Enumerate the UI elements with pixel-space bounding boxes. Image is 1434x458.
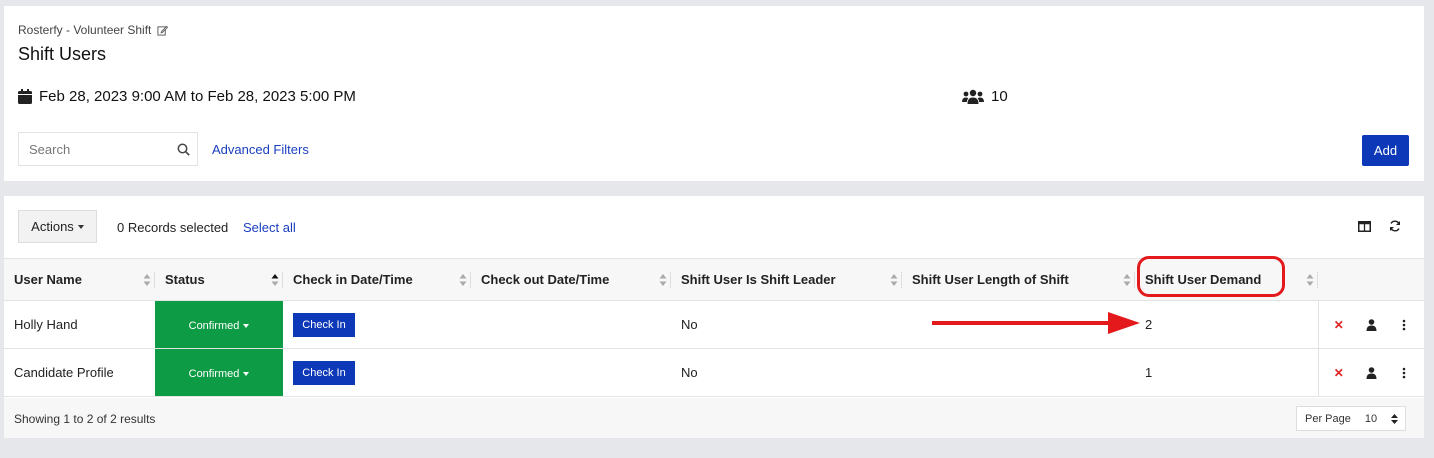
check-in-button[interactable]: Check In: [293, 360, 355, 385]
search-box: [18, 132, 198, 166]
sort-icon[interactable]: [659, 273, 667, 287]
results-summary: Showing 1 to 2 of 2 results: [14, 412, 156, 426]
chevron-down-icon: [243, 324, 250, 328]
cell-shift-leader: No: [671, 300, 902, 349]
column-label: Check out Date/Time: [481, 272, 610, 287]
calendar-icon: [18, 89, 32, 104]
records-selected-count: 0 Records selected: [117, 220, 229, 235]
status-dropdown[interactable]: Confirmed: [189, 320, 250, 332]
column-header-length-of-shift[interactable]: Shift User Length of Shift: [902, 258, 1135, 301]
sort-icon[interactable]: [1306, 273, 1314, 287]
cell-check-in: Check In: [283, 348, 471, 397]
sort-icon[interactable]: [1123, 273, 1131, 287]
more-vertical-icon[interactable]: [1397, 366, 1411, 380]
breadcrumb: Rosterfy - Volunteer Shift: [18, 23, 169, 37]
cell-check-out: [471, 300, 671, 349]
sort-icon[interactable]: [890, 273, 898, 287]
sort-ascending-icon[interactable]: [271, 273, 279, 287]
select-all-link[interactable]: Select all: [243, 220, 296, 235]
users-icon: [962, 89, 984, 104]
column-label: Shift User Is Shift Leader: [681, 272, 836, 287]
per-page-select[interactable]: Per Page 10: [1296, 406, 1406, 431]
row-actions: ✕: [1319, 318, 1425, 332]
shift-users-table: User Name Status Check in Date/Time Chec…: [4, 258, 1424, 397]
chevron-down-icon: [77, 224, 84, 229]
cell-shift-user-demand: 2: [1135, 300, 1318, 349]
status-label: Confirmed: [188, 320, 240, 332]
shift-date-range: Feb 28, 2023 9:00 AM to Feb 28, 2023 5:0…: [18, 88, 356, 105]
chevron-updown-icon: [1391, 413, 1399, 424]
cell-check-out: [471, 348, 671, 397]
user-icon[interactable]: [1364, 366, 1378, 380]
table-header-row: User Name Status Check in Date/Time Chec…: [4, 258, 1424, 301]
cell-status: Confirmed: [155, 348, 283, 397]
edit-icon[interactable]: [157, 25, 169, 36]
column-label: Shift User Demand: [1145, 272, 1262, 287]
table-footer: Showing 1 to 2 of 2 results Per Page 10: [4, 398, 1424, 438]
row-actions: ✕: [1319, 366, 1425, 380]
volunteer-count: 10: [962, 88, 1008, 105]
cell-length-of-shift: [902, 348, 1135, 397]
column-header-user-name[interactable]: User Name: [4, 258, 155, 301]
column-header-shift-leader[interactable]: Shift User Is Shift Leader: [671, 258, 902, 301]
column-label: Status: [165, 272, 205, 287]
check-in-button[interactable]: Check In: [293, 312, 355, 337]
delete-icon[interactable]: ✕: [1332, 318, 1346, 332]
column-label: User Name: [14, 272, 82, 287]
actions-dropdown-button[interactable]: Actions: [18, 210, 97, 243]
column-header-shift-user-demand[interactable]: Shift User Demand: [1135, 258, 1318, 301]
sort-icon[interactable]: [459, 273, 467, 287]
cell-row-actions: ✕: [1317, 348, 1425, 397]
cell-status: Confirmed: [155, 300, 283, 349]
column-label: Shift User Length of Shift: [912, 272, 1069, 287]
cell-row-actions: ✕: [1317, 300, 1425, 349]
shift-users-table-card: Actions 0 Records selected Select all Us…: [4, 196, 1424, 438]
delete-icon[interactable]: ✕: [1332, 366, 1346, 380]
advanced-filters-link[interactable]: Advanced Filters: [212, 142, 309, 157]
cell-shift-leader: No: [671, 348, 902, 397]
cell-shift-user-demand: 1: [1135, 348, 1318, 397]
cell-check-in: Check In: [283, 300, 471, 349]
columns-icon[interactable]: [1358, 221, 1371, 232]
more-vertical-icon[interactable]: [1397, 318, 1411, 332]
column-header-check-out[interactable]: Check out Date/Time: [471, 258, 671, 301]
cell-user-name[interactable]: Holly Hand: [4, 300, 155, 349]
refresh-icon[interactable]: [1389, 220, 1401, 232]
column-label: Check in Date/Time: [293, 272, 413, 287]
user-icon[interactable]: [1364, 318, 1378, 332]
status-dropdown[interactable]: Confirmed: [189, 368, 250, 380]
cell-length-of-shift: [902, 300, 1135, 349]
per-page-label: Per Page: [1305, 412, 1351, 425]
table-row: Candidate Profile Confirmed Check In No …: [4, 348, 1425, 397]
search-input[interactable]: [19, 133, 169, 165]
per-page-value: 10: [1364, 412, 1378, 425]
sort-icon[interactable]: [143, 273, 151, 287]
status-label: Confirmed: [188, 368, 240, 380]
add-button[interactable]: Add: [1362, 135, 1409, 166]
column-header-status[interactable]: Status: [155, 258, 283, 301]
chevron-down-icon: [243, 372, 250, 376]
date-range-text: Feb 28, 2023 9:00 AM to Feb 28, 2023 5:0…: [39, 88, 356, 105]
volunteer-count-value: 10: [991, 88, 1008, 105]
page-title: Shift Users: [18, 44, 107, 64]
shift-header-card: Rosterfy - Volunteer Shift Shift Users F…: [4, 6, 1424, 181]
breadcrumb-text[interactable]: Rosterfy - Volunteer Shift: [18, 23, 151, 37]
cell-user-name[interactable]: Candidate Profile: [4, 348, 155, 397]
column-header-check-in[interactable]: Check in Date/Time: [283, 258, 471, 301]
table-row: Holly Hand Confirmed Check In No 2 ✕: [4, 300, 1425, 349]
actions-label: Actions: [31, 219, 74, 234]
column-header-row-actions: [1318, 258, 1424, 301]
search-icon[interactable]: [177, 143, 190, 156]
